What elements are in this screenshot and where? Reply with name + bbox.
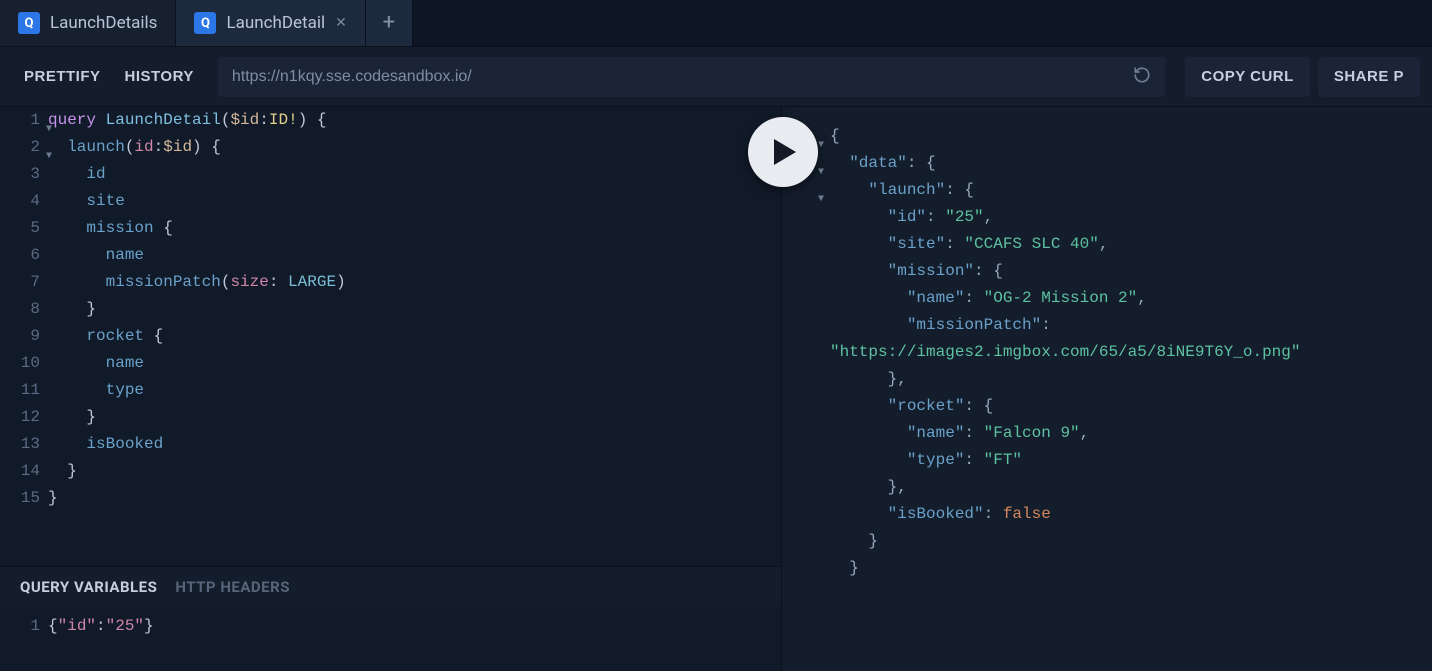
copy-curl-button[interactable]: COPY CURL: [1185, 57, 1310, 97]
line-number: 9: [0, 323, 48, 350]
endpoint-field-wrap: [218, 57, 1165, 97]
tab-bar: Q LaunchDetails Q LaunchDetail ✕ +: [0, 0, 1432, 47]
code-line: }: [48, 458, 77, 485]
line-number: 10: [0, 350, 48, 377]
tab-launch-detail[interactable]: Q LaunchDetail ✕: [176, 0, 365, 46]
share-button[interactable]: SHARE P: [1318, 57, 1420, 97]
line-number: 8: [0, 296, 48, 323]
line-number: 1: [0, 613, 48, 640]
result-line: "launch": {: [830, 177, 974, 204]
result-line: }: [830, 528, 878, 555]
line-number: 15: [0, 485, 48, 512]
code-line: name: [48, 350, 144, 377]
result-line: },: [830, 474, 907, 501]
line-number: 3: [0, 161, 48, 188]
line-number: 7: [0, 269, 48, 296]
variables-panel: QUERY VARIABLES HTTP HEADERS 1 {"id":"25…: [0, 566, 781, 671]
tab-query-variables[interactable]: QUERY VARIABLES: [20, 578, 157, 596]
endpoint-input[interactable]: [232, 68, 1133, 86]
history-button[interactable]: HISTORY: [113, 57, 206, 97]
workspace: 1▼query LaunchDetail($id:ID!) {2▼ launch…: [0, 107, 1432, 671]
line-number: 13: [0, 431, 48, 458]
result-line: "name": "OG-2 Mission 2",: [830, 285, 1147, 312]
code-line: }: [48, 296, 96, 323]
result-line: }: [830, 555, 859, 582]
result-gutter: [782, 366, 830, 393]
result-gutter: [782, 420, 830, 447]
code-line: rocket {: [48, 323, 163, 350]
line-number: 2▼: [0, 134, 48, 161]
result-gutter: [782, 285, 830, 312]
result-line: "id": "25",: [830, 204, 993, 231]
result-line: "data": {: [830, 150, 936, 177]
result-pane[interactable]: ▼{▼ "data": {▼ "launch": { "id": "25", "…: [782, 107, 1432, 671]
result-gutter: [782, 501, 830, 528]
result-line: "name": "Falcon 9",: [830, 420, 1089, 447]
query-editor[interactable]: 1▼query LaunchDetail($id:ID!) {2▼ launch…: [0, 107, 781, 566]
query-badge-icon: Q: [18, 12, 40, 34]
query-pane: 1▼query LaunchDetail($id:ID!) {2▼ launch…: [0, 107, 782, 671]
result-gutter: [782, 339, 830, 366]
result-line: },: [830, 366, 907, 393]
line-number: 1▼: [0, 107, 48, 134]
execute-button[interactable]: [748, 117, 818, 187]
result-line: "https://images2.imgbox.com/65/a5/8iNE9T…: [830, 339, 1300, 366]
result-gutter: [782, 474, 830, 501]
result-line: "isBooked": false: [830, 501, 1051, 528]
line-number: 6: [0, 242, 48, 269]
code-line: type: [48, 377, 144, 404]
toolbar: PRETTIFY HISTORY COPY CURL SHARE P: [0, 47, 1432, 107]
line-number: 4: [0, 188, 48, 215]
line-number: 11: [0, 377, 48, 404]
result-line: "site": "CCAFS SLC 40",: [830, 231, 1108, 258]
result-gutter: [782, 447, 830, 474]
result-line: "missionPatch":: [830, 312, 1051, 339]
result-gutter: [782, 231, 830, 258]
line-number: 12: [0, 404, 48, 431]
code-line: mission {: [48, 215, 173, 242]
result-line: "type": "FT": [830, 447, 1022, 474]
code-line: }: [48, 485, 58, 512]
code-line: launch(id:$id) {: [48, 134, 221, 161]
new-tab-button[interactable]: +: [366, 0, 413, 46]
tab-label: LaunchDetail: [226, 13, 325, 33]
result-line: "mission": {: [830, 258, 1003, 285]
result-line: {: [830, 123, 840, 150]
query-badge-icon: Q: [194, 12, 216, 34]
code-line: site: [48, 188, 125, 215]
line-number: 14: [0, 458, 48, 485]
tab-launch-details[interactable]: Q LaunchDetails: [0, 0, 176, 46]
result-line: "rocket": {: [830, 393, 993, 420]
tab-label: LaunchDetails: [50, 13, 157, 33]
result-gutter: [782, 555, 830, 582]
code-line: }: [48, 404, 96, 431]
plus-icon: +: [383, 12, 395, 34]
reload-icon[interactable]: [1133, 66, 1151, 88]
variables-editor[interactable]: 1 {"id":"25"}: [0, 607, 781, 671]
variables-content: {"id":"25"}: [48, 613, 154, 640]
result-gutter: [782, 258, 830, 285]
code-line: query LaunchDetail($id:ID!) {: [48, 107, 327, 134]
variables-tabs: QUERY VARIABLES HTTP HEADERS: [0, 567, 781, 607]
tab-http-headers[interactable]: HTTP HEADERS: [175, 578, 290, 596]
close-icon[interactable]: ✕: [335, 16, 347, 30]
result-gutter: [782, 312, 830, 339]
result-gutter: [782, 393, 830, 420]
line-number: 5: [0, 215, 48, 242]
play-icon: [772, 137, 798, 167]
result-gutter: [782, 204, 830, 231]
code-line: missionPatch(size: LARGE): [48, 269, 346, 296]
result-gutter: [782, 528, 830, 555]
code-line: name: [48, 242, 144, 269]
code-line: isBooked: [48, 431, 163, 458]
code-line: id: [48, 161, 106, 188]
prettify-button[interactable]: PRETTIFY: [12, 57, 113, 97]
